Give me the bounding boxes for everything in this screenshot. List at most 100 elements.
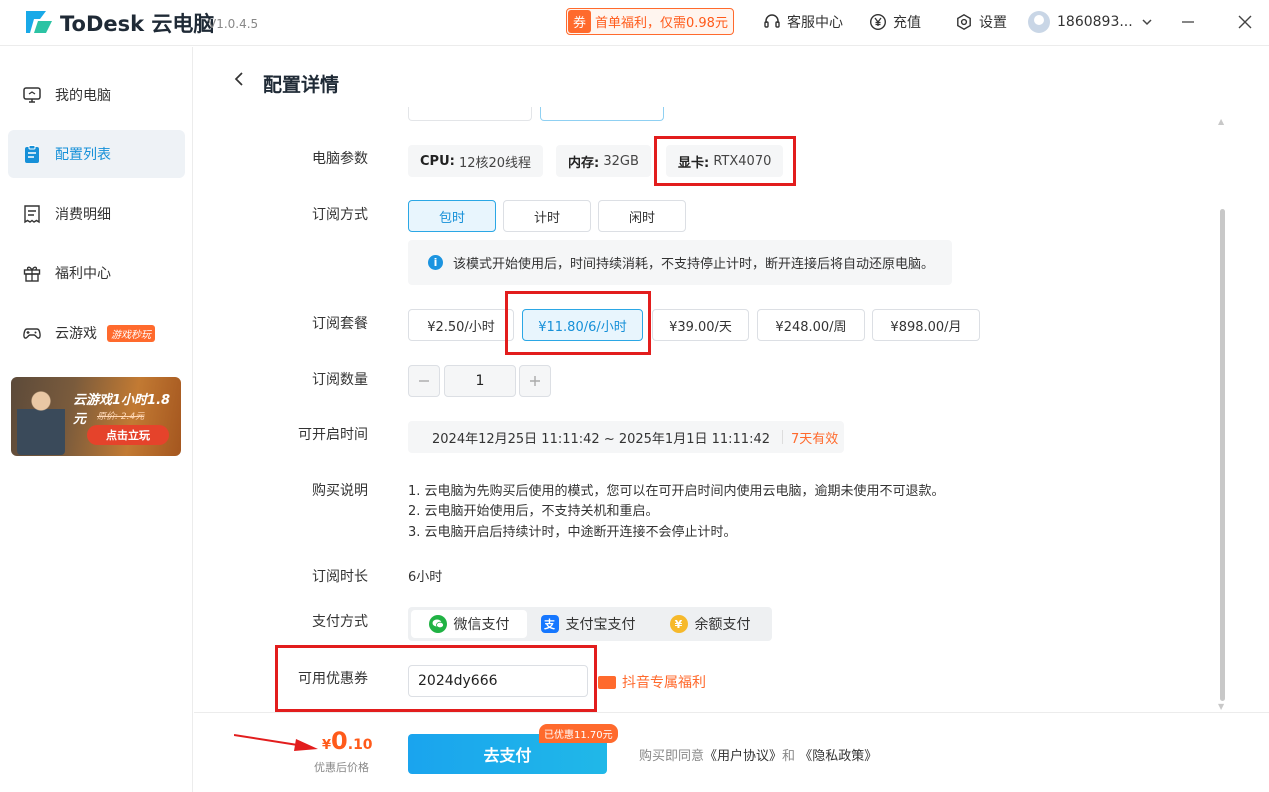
yen-circle-icon bbox=[869, 13, 887, 31]
coin-icon: ¥ bbox=[669, 615, 688, 633]
title-bar: ToDesk 云电脑 V1.0.4.5 券 首单福利，仅需0.98元 客服中心 … bbox=[0, 0, 1269, 46]
sidebar-item-welfare-center[interactable]: 福利中心 bbox=[8, 249, 185, 297]
banner-original-price: 原价: 2.4元 bbox=[97, 412, 145, 422]
payment-option-label: 余额支付 bbox=[694, 617, 751, 633]
mode-info-text: 该模式开始使用后，时间持续消耗，不支持停止计时，断开连接后将自动还原电脑。 bbox=[453, 257, 935, 272]
scroll-thumb[interactable] bbox=[1220, 209, 1225, 701]
agreement-text: 购买即同意《用户协议》和 《隐私政策》 bbox=[639, 745, 877, 764]
sidebar-item-label: 云游戏 bbox=[55, 326, 97, 342]
payment-method-group: 微信支付 支 支付宝支付 ¥ 余额支付 bbox=[408, 607, 772, 641]
settings-button[interactable]: 设置 bbox=[955, 12, 1007, 32]
banner-play-button[interactable]: 点击立玩 bbox=[87, 425, 169, 445]
close-button[interactable] bbox=[1233, 10, 1257, 34]
cloud-game-banner[interactable]: 云游戏1小时1.8元 原价: 2.4元 点击立玩 bbox=[11, 377, 181, 456]
sidebar-item-label: 消费明细 bbox=[55, 207, 111, 223]
minimize-button[interactable] bbox=[1176, 10, 1200, 34]
close-icon bbox=[1238, 15, 1252, 29]
memory-spec: 内存: 32GB bbox=[556, 145, 651, 177]
mode-option-idle[interactable]: 闲时 bbox=[598, 200, 686, 232]
privacy-policy-link[interactable]: 《隐私政策》 bbox=[799, 749, 877, 764]
payment-option-label: 支付宝支付 bbox=[565, 617, 636, 633]
price-integer: 0 bbox=[331, 727, 348, 755]
chevron-down-icon bbox=[1142, 19, 1152, 26]
user-agreement-link[interactable]: 《用户协议》 bbox=[704, 749, 782, 764]
app-name: ToDesk 云电脑 bbox=[60, 12, 215, 36]
red-arrow-icon bbox=[234, 734, 318, 751]
quantity-stepper[interactable]: 1 bbox=[444, 365, 516, 397]
discount-badge: 已优惠11.70元 bbox=[539, 724, 618, 743]
gpu-highlight-box bbox=[654, 136, 796, 186]
coupon-icon: 券 bbox=[568, 10, 591, 33]
first-order-promo[interactable]: 券 首单福利，仅需0.98元 bbox=[566, 8, 734, 35]
scrolled-option-fragment bbox=[540, 107, 664, 121]
receipt-icon bbox=[22, 204, 42, 224]
wechat-icon bbox=[428, 615, 447, 633]
package-option[interactable]: ¥248.00/周 bbox=[757, 309, 865, 341]
gear-icon bbox=[957, 13, 971, 31]
info-icon: i bbox=[428, 255, 443, 270]
memory-spec-value: 32GB bbox=[603, 153, 639, 169]
minimize-icon bbox=[1182, 21, 1194, 23]
package-option[interactable]: ¥2.50/小时 bbox=[408, 309, 514, 341]
settings-label: 设置 bbox=[979, 15, 1007, 31]
price-currency: ¥ bbox=[322, 738, 332, 753]
available-time-box: 2024年12月25日 11:11:42 ~ 2025年1月1日 11:11:4… bbox=[408, 421, 844, 453]
purchase-note: 1. 云电脑为先购买后使用的模式，您可以在可开启时间内使用云电脑，逾期未使用不可… bbox=[408, 484, 945, 499]
sidebar-item-expense-details[interactable]: 消费明细 bbox=[8, 190, 185, 238]
notes-label: 购买说明 bbox=[312, 483, 368, 499]
package-highlight-box bbox=[505, 291, 651, 355]
sidebar-item-label: 我的电脑 bbox=[55, 88, 111, 104]
time-range: 2024年12月25日 11:11:42 ~ 2025年1月1日 11:11:4… bbox=[432, 431, 770, 447]
time-label: 可开启时间 bbox=[298, 427, 368, 443]
back-button[interactable] bbox=[232, 71, 246, 92]
recharge-button[interactable]: 充值 bbox=[869, 12, 921, 32]
quantity-increment-button[interactable] bbox=[519, 365, 551, 397]
minus-icon bbox=[419, 380, 429, 382]
mode-option-hourly-package[interactable]: 包时 bbox=[408, 200, 496, 232]
customer-service-button[interactable]: 客服中心 bbox=[763, 12, 843, 32]
avatar bbox=[1028, 11, 1050, 33]
app-version: V1.0.4.5 bbox=[208, 17, 259, 31]
promo-text: 首单福利，仅需0.98元 bbox=[595, 16, 728, 31]
duration-value: 6小时 bbox=[408, 570, 443, 585]
payment-option-wechat[interactable]: 微信支付 bbox=[411, 610, 527, 638]
sidebar-item-config-list[interactable]: 配置列表 bbox=[8, 130, 185, 178]
coupon-highlight-box bbox=[275, 645, 597, 712]
sidebar-item-label: 配置列表 bbox=[55, 147, 111, 163]
alipay-icon: 支 bbox=[540, 615, 559, 633]
mode-label: 订阅方式 bbox=[312, 207, 368, 223]
price-decimal: .10 bbox=[347, 737, 373, 753]
specs-label: 电脑参数 bbox=[312, 151, 368, 167]
scrolled-option-fragment bbox=[408, 107, 532, 121]
quantity-label: 订阅数量 bbox=[312, 372, 368, 388]
final-price: ¥0.10 bbox=[322, 727, 373, 755]
scroll-down-icon[interactable]: ▼ bbox=[1218, 702, 1226, 711]
scrollbar[interactable]: ▲ ▼ bbox=[1215, 117, 1229, 712]
quantity-decrement-button[interactable] bbox=[408, 365, 440, 397]
package-option[interactable]: ¥39.00/天 bbox=[652, 309, 749, 341]
payment-option-alipay[interactable]: 支 支付宝支付 bbox=[532, 610, 644, 638]
scroll-up-icon[interactable]: ▲ bbox=[1218, 117, 1226, 126]
payment-option-balance[interactable]: ¥ 余额支付 bbox=[654, 610, 766, 638]
main-content: 配置详情 电脑参数 CPU: 12核20线程 内存: 32GB 显卡: RTX4… bbox=[194, 47, 1269, 792]
purchase-note: 2. 云电脑开始使用后，不支持关机和重启。 bbox=[408, 504, 659, 519]
sidebar: 我的电脑 配置列表 消费明细 福利中心 云游戏 游戏秒玩 云游戏1小时1.8元 … bbox=[0, 47, 193, 792]
game-hot-badge: 游戏秒玩 bbox=[107, 324, 155, 342]
cpu-spec: CPU: 12核20线程 bbox=[408, 145, 544, 177]
sidebar-item-cloud-games[interactable]: 云游戏 游戏秒玩 bbox=[8, 309, 185, 357]
gift-icon bbox=[22, 263, 42, 283]
package-option[interactable]: ¥898.00/月 bbox=[872, 309, 980, 341]
douyin-coupon-link[interactable]: 抖音专属福利 bbox=[598, 672, 706, 692]
agreement-and: 和 bbox=[782, 749, 796, 764]
plus-icon bbox=[530, 376, 540, 386]
package-label: 订阅套餐 bbox=[312, 316, 368, 332]
memory-spec-key: 内存: bbox=[568, 155, 600, 171]
mode-option-metered[interactable]: 计时 bbox=[503, 200, 591, 232]
sidebar-item-my-computer[interactable]: 我的电脑 bbox=[8, 71, 185, 119]
sidebar-item-label: 福利中心 bbox=[55, 266, 111, 282]
ticket-icon bbox=[598, 675, 616, 689]
checkout-bar: ¥0.10 优惠后价格 去支付 已优惠11.70元 购买即同意《用户协议》和 《… bbox=[194, 712, 1269, 792]
monitor-icon bbox=[22, 85, 42, 105]
payment-option-label: 微信支付 bbox=[453, 617, 510, 633]
user-menu[interactable]: 1860893... bbox=[1028, 11, 1159, 33]
